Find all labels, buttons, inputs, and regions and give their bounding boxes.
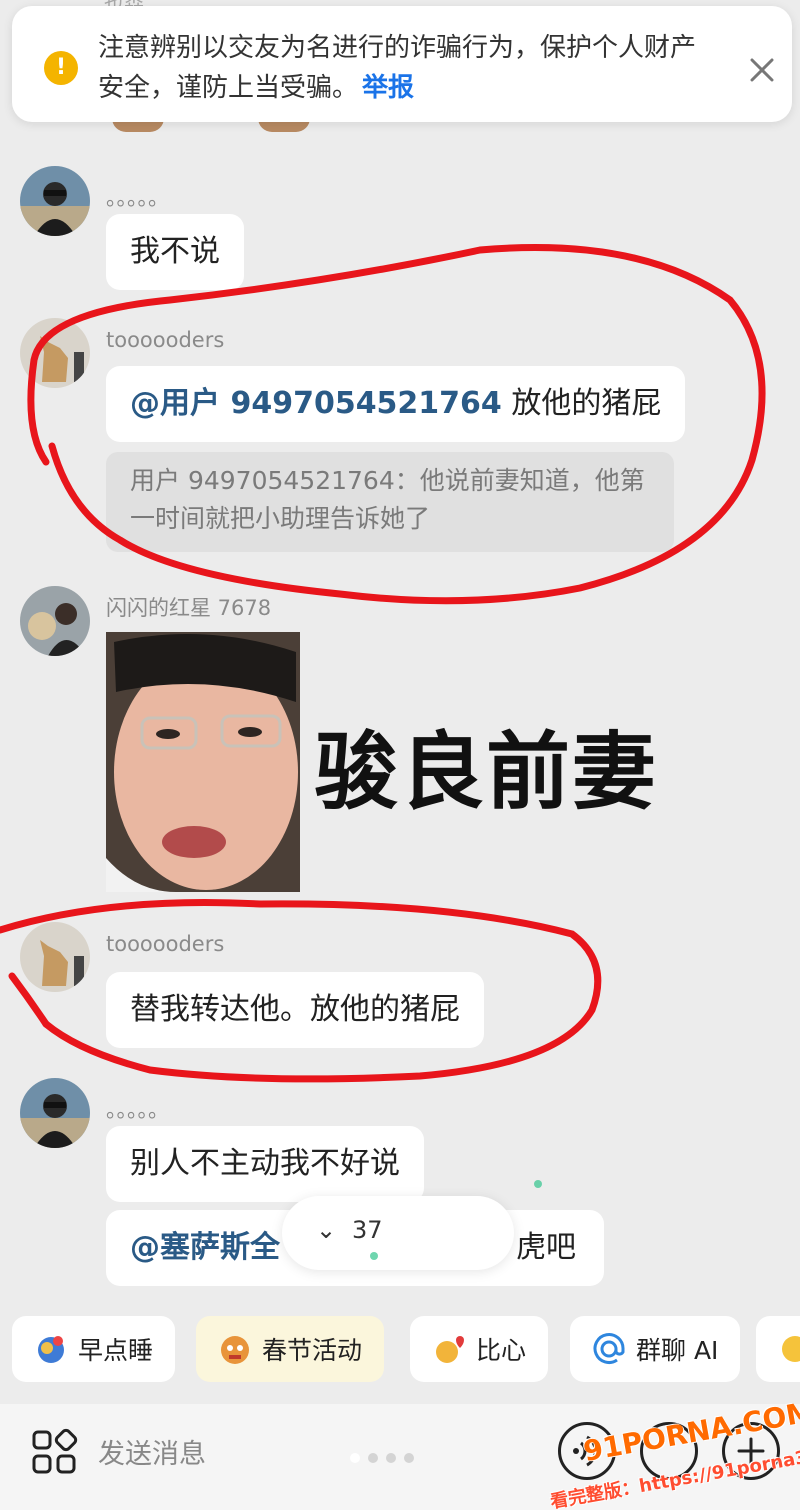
chip-group-ai[interactable]: 群聊 AI xyxy=(570,1316,741,1382)
apps-grid-icon[interactable] xyxy=(30,1428,78,1476)
message-input[interactable]: 发送消息 xyxy=(98,1432,206,1471)
message-bubble[interactable]: 别人不主动我不好说 xyxy=(106,1126,424,1202)
quick-actions-bar: 早点睡 春节活动 比心 群聊 AI xyxy=(0,1316,800,1386)
sender-name: toooooders xyxy=(106,328,225,352)
at-sign-icon xyxy=(593,1333,625,1364)
message-text: 虎吧 xyxy=(516,1230,576,1265)
message-bubble[interactable]: 我不说 xyxy=(106,214,244,290)
heart-duck-icon xyxy=(436,1336,464,1363)
chip-more[interactable] xyxy=(756,1316,800,1382)
sleep-bird-icon xyxy=(38,1336,64,1363)
page-dot xyxy=(404,1453,414,1463)
sticker-image[interactable] xyxy=(106,632,300,892)
avatar[interactable] xyxy=(20,166,90,236)
chip-sleep[interactable]: 早点睡 xyxy=(12,1316,176,1382)
chip-heart[interactable]: 比心 xyxy=(410,1316,549,1382)
unread-messages-pill[interactable]: ⌄ 37 xyxy=(282,1196,514,1270)
warning-icon: ! xyxy=(44,51,78,85)
unread-count: 37 xyxy=(352,1216,383,1244)
page-indicator xyxy=(350,1448,422,1467)
page-dot xyxy=(350,1453,360,1463)
fraud-warning-banner: ! 注意辨别以交友为名进行的诈骗行为，保护个人财产安全，谨防上当受骗。 举报 xyxy=(12,6,792,122)
avatar[interactable] xyxy=(20,318,90,388)
tiger-mascot-icon xyxy=(221,1336,249,1364)
page-dot xyxy=(386,1453,396,1463)
status-dot xyxy=(534,1180,542,1188)
page-dot xyxy=(368,1453,378,1463)
message-bubble[interactable]: @用户 9497054521764 放他的猪屁 xyxy=(106,366,686,442)
close-icon[interactable] xyxy=(744,52,780,88)
chip-label: 群聊 AI xyxy=(636,1336,719,1365)
quoted-message[interactable]: 用户 9497054521764：他说前妻知道，他第一时间就把小助理告诉她了 xyxy=(106,452,674,552)
chip-label: 比心 xyxy=(476,1336,527,1365)
double-chevron-down-icon: ⌄ xyxy=(316,1216,337,1244)
sender-name: 闪闪的红星 7678 xyxy=(106,596,272,620)
avatar[interactable] xyxy=(20,586,90,656)
avatar[interactable] xyxy=(20,922,90,992)
sticker-caption: 骏良前妻 xyxy=(314,723,659,821)
sender-name: 。。。。。 xyxy=(106,186,169,210)
avatar[interactable] xyxy=(20,1078,90,1148)
mention-link[interactable]: @用户 9497054521764 xyxy=(130,386,502,421)
report-link[interactable]: 举报 xyxy=(362,73,414,103)
chip-label: 春节活动 xyxy=(262,1336,363,1365)
chip-spring-festival[interactable]: 春节活动 xyxy=(196,1316,385,1382)
mention-link[interactable]: @塞萨斯全 xyxy=(130,1230,280,1265)
message-bubble[interactable]: 替我转达他。放他的猪屁 xyxy=(106,972,484,1048)
chip-label: 早点睡 xyxy=(78,1336,154,1365)
sender-name: 。。。。。 xyxy=(106,1098,169,1122)
emoji-chip-icon xyxy=(782,1336,800,1362)
status-dot xyxy=(370,1252,378,1260)
sender-name: toooooders xyxy=(106,932,225,956)
message-text: 放他的猪屁 xyxy=(501,386,662,421)
fraud-warning-text: 注意辨别以交友为名进行的诈骗行为，保护个人财产安全，谨防上当受骗。 举报 xyxy=(98,28,708,108)
